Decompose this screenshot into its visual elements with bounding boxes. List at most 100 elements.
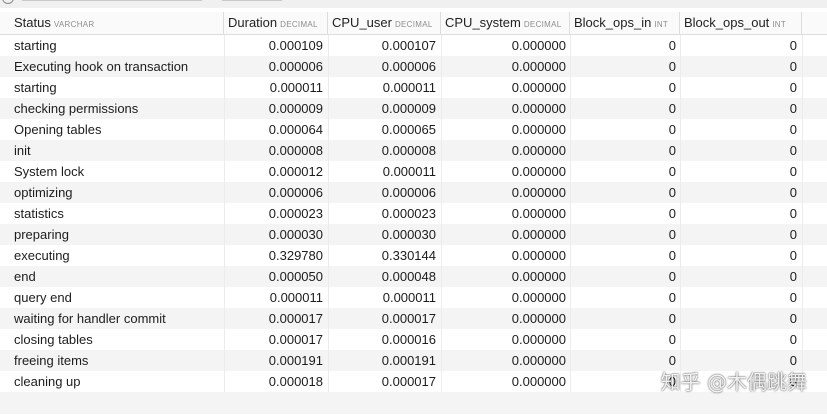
cell-cpu-user[interactable]: 0.000011 [328, 77, 440, 98]
table-row[interactable]: executing 0.329780 0.330144 0.000000 0 0 [0, 245, 827, 266]
cell-status[interactable]: preparing [10, 224, 224, 245]
column-header-status[interactable]: Status VARCHAR [10, 12, 224, 34]
cell-block-ops-out[interactable]: 0 [680, 119, 800, 140]
cell-block-ops-out[interactable]: 0 [680, 266, 800, 287]
column-header-cpu-system[interactable]: CPU_system DECIMAL [441, 12, 570, 34]
table-row[interactable]: optimizing 0.000006 0.000006 0.000000 0 … [0, 182, 827, 203]
table-row[interactable]: preparing 0.000030 0.000030 0.000000 0 0 [0, 224, 827, 245]
table-row[interactable]: closing tables 0.000017 0.000016 0.00000… [0, 329, 827, 350]
cell-block-ops-out[interactable]: 0 [680, 224, 800, 245]
cell-status[interactable]: freeing items [10, 350, 224, 371]
cell-status[interactable]: init [10, 140, 224, 161]
cell-duration[interactable]: 0.000011 [224, 77, 327, 98]
cell-block-ops-in[interactable]: 0 [570, 35, 680, 56]
cell-block-ops-out[interactable]: 0 [680, 98, 800, 119]
cell-block-ops-in[interactable]: 0 [570, 77, 680, 98]
cell-cpu-user[interactable]: 0.000016 [328, 329, 440, 350]
table-row[interactable]: query end 0.000011 0.000011 0.000000 0 0 [0, 287, 827, 308]
cell-status[interactable]: System lock [10, 161, 224, 182]
cell-duration[interactable]: 0.000018 [224, 371, 327, 392]
cell-block-ops-in[interactable]: 0 [570, 161, 680, 182]
cell-status[interactable]: checking permissions [10, 98, 224, 119]
cell-block-ops-out[interactable]: 0 [680, 308, 800, 329]
table-row[interactable]: statistics 0.000023 0.000023 0.000000 0 … [0, 203, 827, 224]
cell-duration[interactable]: 0.000030 [224, 224, 327, 245]
cell-block-ops-in[interactable]: 0 [570, 182, 680, 203]
cell-block-ops-out[interactable]: 0 [680, 182, 800, 203]
cell-duration[interactable]: 0.000017 [224, 308, 327, 329]
cell-status[interactable]: starting [10, 35, 224, 56]
cell-cpu-system[interactable]: 0.000000 [441, 35, 570, 56]
cell-cpu-system[interactable]: 0.000000 [441, 224, 570, 245]
cell-cpu-system[interactable]: 0.000000 [441, 119, 570, 140]
table-row[interactable]: Executing hook on transaction 0.000006 0… [0, 56, 827, 77]
cell-block-ops-in[interactable]: 0 [570, 266, 680, 287]
cell-status[interactable]: query end [10, 287, 224, 308]
cell-duration[interactable]: 0.000009 [224, 98, 327, 119]
cell-block-ops-out[interactable]: 0 [680, 161, 800, 182]
cell-cpu-system[interactable]: 0.000000 [441, 77, 570, 98]
cell-block-ops-in[interactable]: 0 [570, 245, 680, 266]
cell-block-ops-in[interactable]: 0 [570, 224, 680, 245]
table-row[interactable]: starting 0.000011 0.000011 0.000000 0 0 [0, 77, 827, 98]
cell-duration[interactable]: 0.329780 [224, 245, 327, 266]
cell-cpu-user[interactable]: 0.000191 [328, 350, 440, 371]
cell-status[interactable]: executing [10, 245, 224, 266]
cell-duration[interactable]: 0.000011 [224, 287, 327, 308]
cell-status[interactable]: Executing hook on transaction [10, 56, 224, 77]
table-row[interactable]: System lock 0.000012 0.000011 0.000000 0… [0, 161, 827, 182]
cell-cpu-system[interactable]: 0.000000 [441, 98, 570, 119]
cell-cpu-user[interactable]: 0.000006 [328, 182, 440, 203]
cell-cpu-system[interactable]: 0.000000 [441, 245, 570, 266]
column-header-cpu-user[interactable]: CPU_user DECIMAL [328, 12, 441, 34]
cell-cpu-system[interactable]: 0.000000 [441, 161, 570, 182]
cell-status[interactable]: Opening tables [10, 119, 224, 140]
column-header-block-ops-in[interactable]: Block_ops_in INT [570, 12, 680, 34]
column-header-block-ops-out[interactable]: Block_ops_out INT [680, 12, 802, 34]
cell-block-ops-in[interactable]: 0 [570, 98, 680, 119]
cell-status[interactable]: optimizing [10, 182, 224, 203]
cell-duration[interactable]: 0.000008 [224, 140, 327, 161]
cell-block-ops-in[interactable]: 0 [570, 308, 680, 329]
cell-cpu-system[interactable]: 0.000000 [441, 140, 570, 161]
cell-block-ops-out[interactable]: 0 [680, 329, 800, 350]
cell-duration[interactable]: 0.000050 [224, 266, 327, 287]
cell-cpu-system[interactable]: 0.000000 [441, 287, 570, 308]
cell-cpu-user[interactable]: 0.000030 [328, 224, 440, 245]
cell-status[interactable]: waiting for handler commit [10, 308, 224, 329]
cell-cpu-user[interactable]: 0.000017 [328, 308, 440, 329]
cell-block-ops-out[interactable]: 0 [680, 56, 800, 77]
cell-cpu-system[interactable]: 0.000000 [441, 371, 570, 392]
cell-cpu-user[interactable]: 0.330144 [328, 245, 440, 266]
table-row[interactable]: end 0.000050 0.000048 0.000000 0 0 [0, 266, 827, 287]
cell-duration[interactable]: 0.000006 [224, 182, 327, 203]
cell-block-ops-in[interactable]: 0 [570, 203, 680, 224]
cell-duration[interactable]: 0.000191 [224, 350, 327, 371]
cell-cpu-user[interactable]: 0.000011 [328, 287, 440, 308]
cell-block-ops-out[interactable]: 0 [680, 287, 800, 308]
cell-block-ops-in[interactable]: 0 [570, 287, 680, 308]
cell-cpu-system[interactable]: 0.000000 [441, 203, 570, 224]
cell-block-ops-out[interactable]: 0 [680, 140, 800, 161]
cell-cpu-system[interactable]: 0.000000 [441, 350, 570, 371]
cell-cpu-user[interactable]: 0.000023 [328, 203, 440, 224]
cell-block-ops-in[interactable]: 0 [570, 329, 680, 350]
cell-cpu-user[interactable]: 0.000006 [328, 56, 440, 77]
cell-duration[interactable]: 0.000064 [224, 119, 327, 140]
cell-duration[interactable]: 0.000012 [224, 161, 327, 182]
cell-cpu-user[interactable]: 0.000048 [328, 266, 440, 287]
cell-cpu-user[interactable]: 0.000008 [328, 140, 440, 161]
cell-cpu-user[interactable]: 0.000011 [328, 161, 440, 182]
cell-cpu-system[interactable]: 0.000000 [441, 56, 570, 77]
cell-cpu-user[interactable]: 0.000017 [328, 371, 440, 392]
cell-cpu-system[interactable]: 0.000000 [441, 329, 570, 350]
cell-cpu-system[interactable]: 0.000000 [441, 266, 570, 287]
cell-status[interactable]: end [10, 266, 224, 287]
table-row[interactable]: Opening tables 0.000064 0.000065 0.00000… [0, 119, 827, 140]
cell-block-ops-in[interactable]: 0 [570, 119, 680, 140]
cell-cpu-user[interactable]: 0.000009 [328, 98, 440, 119]
cell-status[interactable]: statistics [10, 203, 224, 224]
table-row[interactable]: starting 0.000109 0.000107 0.000000 0 0 [0, 35, 827, 56]
cell-cpu-system[interactable]: 0.000000 [441, 182, 570, 203]
cell-duration[interactable]: 0.000006 [224, 56, 327, 77]
